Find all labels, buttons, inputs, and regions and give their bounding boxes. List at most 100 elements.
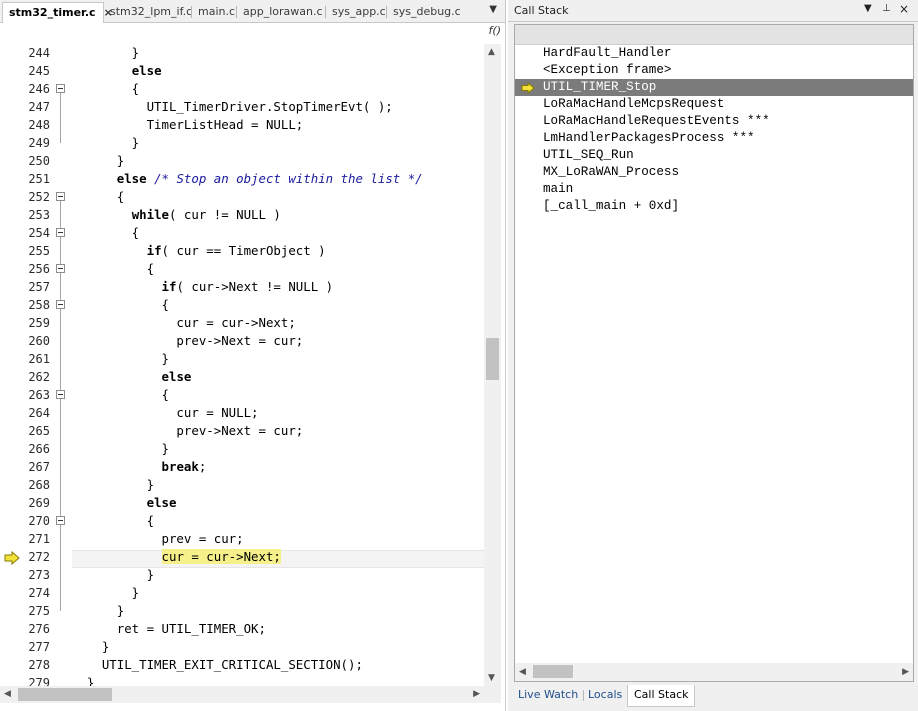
tab-stm32-timer[interactable]: stm32_timer.c × (2, 2, 113, 23)
stack-frame[interactable]: LoRaMacHandleMcpsRequest (515, 96, 913, 113)
stack-frame[interactable]: UTIL_SEQ_Run (515, 147, 913, 164)
pin-icon[interactable]: ⊥ (882, 3, 891, 14)
line-number: 265 (28, 424, 50, 438)
current-stack-frame[interactable]: UTIL_TIMER_Stop (515, 79, 913, 96)
line-number-gutter: 244 245 246 247 248 249 250 251 252 253 254 255 256 2… (0, 44, 72, 690)
tab-sys-debug[interactable]: sys_debug.c (387, 2, 463, 22)
scroll-left-icon[interactable]: ◀ (519, 667, 526, 677)
code-line: while( cur != NULL ) (72, 206, 281, 224)
code-text: } (72, 567, 155, 582)
stack-frame[interactable]: LoRaMacHandleRequestEvents *** (515, 113, 913, 130)
code-line: { (72, 224, 139, 242)
call-stack-pane: Call Stack ▼ ⊥ × HardFault_Handler <Excep… (508, 0, 918, 711)
close-icon[interactable]: × (899, 2, 909, 16)
line-number: 266 (28, 442, 50, 456)
code-text: { (72, 513, 155, 528)
fold-toggle-icon[interactable] (56, 300, 65, 309)
code-area[interactable]: } else { UTIL_TimerDriver.StopTimerEvt( … (72, 44, 484, 686)
fold-toggle-icon[interactable] (56, 228, 65, 237)
code-text: { (72, 387, 169, 402)
code-text: ( cur->Next != NULL ) (176, 279, 334, 294)
horizontal-scrollbar[interactable]: ◀ ▶ (0, 686, 484, 703)
scroll-right-icon[interactable]: ▶ (473, 689, 480, 699)
code-line: if( cur == TimerObject ) (72, 242, 326, 260)
fold-guide (60, 309, 61, 359)
fold-guide (60, 399, 61, 449)
horizontal-scrollbar[interactable]: ◀ ▶ (515, 663, 913, 681)
code-text: { (72, 225, 140, 240)
chevron-down-icon[interactable]: ▼ (864, 3, 872, 14)
code-text: prev = cur; (72, 531, 244, 546)
line-number: 245 (28, 64, 50, 78)
stack-frame[interactable]: HardFault_Handler (515, 45, 913, 62)
tab-live-watch[interactable]: Live Watch (512, 685, 585, 707)
code-text: ( cur != NULL ) (169, 207, 281, 222)
code-text: TimerListHead = NULL; (72, 117, 304, 132)
code-text: { (72, 189, 125, 204)
code-text: prev->Next = cur; (72, 423, 304, 438)
frame-label: MX_LoRaWAN_Process (543, 165, 680, 179)
stack-frame[interactable]: LmHandlerPackagesProcess *** (515, 130, 913, 147)
call-stack-list[interactable]: HardFault_Handler <Exception frame> UTIL_T… (514, 24, 914, 682)
frame-label: main (543, 182, 574, 196)
list-header (515, 25, 913, 45)
frame-label: LmHandlerPackagesProcess *** (543, 131, 755, 145)
line-number: 256 (28, 262, 50, 276)
code-line: UTIL_TimerDriver.StopTimerEvt( ); (72, 98, 393, 116)
scroll-right-icon[interactable]: ▶ (902, 667, 909, 677)
line-number: 258 (28, 298, 50, 312)
fold-toggle-icon[interactable] (56, 264, 65, 273)
code-line: UTIL_TIMER_EXIT_CRITICAL_SECTION(); (72, 656, 363, 674)
frame-label: [_call_main + 0xd] (543, 199, 680, 213)
tab-main[interactable]: main.c (192, 2, 237, 22)
code-line: } (72, 476, 154, 494)
scroll-down-icon[interactable]: ▼ (488, 673, 495, 683)
editor-tab-bar: stm32_timer.c × stm32_lpm_if.c main.c app… (0, 0, 505, 23)
bottom-tab-bar: Live Watch Locals Call Stack (508, 684, 918, 711)
stack-frame[interactable]: [_call_main + 0xd] (515, 198, 913, 215)
code-text: prev->Next = cur; (72, 333, 304, 348)
stack-frame[interactable]: main (515, 181, 913, 198)
keyword: else (161, 369, 192, 384)
line-number: 276 (28, 622, 50, 636)
code-text: cur = cur->Next; (72, 315, 296, 330)
code-line: ret = UTIL_TIMER_OK; (72, 620, 266, 638)
tab-call-stack[interactable]: Call Stack (627, 685, 696, 707)
scroll-up-icon[interactable]: ▲ (488, 47, 495, 57)
code-text: ( cur == TimerObject ) (161, 243, 326, 258)
stack-frame[interactable]: <Exception frame> (515, 62, 913, 79)
horizontal-scroll-thumb[interactable] (533, 665, 573, 678)
function-list-button[interactable]: f() (489, 24, 501, 37)
vertical-scroll-thumb[interactable] (486, 338, 499, 380)
fold-toggle-icon[interactable] (56, 84, 65, 93)
line-number: 253 (28, 208, 50, 222)
vertical-scrollbar[interactable]: ▲ ▼ (484, 44, 501, 686)
line-number: 257 (28, 280, 50, 294)
fold-toggle-icon[interactable] (56, 390, 65, 399)
code-text: } (72, 153, 125, 168)
tab-app-lorawan[interactable]: app_lorawan.c (237, 2, 326, 22)
fold-toggle-icon[interactable] (56, 516, 65, 525)
code-line: cur = NULL; (72, 404, 258, 422)
tab-list-dropdown-icon[interactable]: ▼ (489, 4, 497, 15)
scroll-left-icon[interactable]: ◀ (4, 689, 11, 699)
tab-stm32-lpm-if[interactable]: stm32_lpm_if.c (104, 2, 192, 22)
stack-frame[interactable]: MX_LoRaWAN_Process (515, 164, 913, 181)
line-number: 255 (28, 244, 50, 258)
line-number: 273 (28, 568, 50, 582)
fold-toggle-icon[interactable] (56, 192, 65, 201)
keyword: else (131, 63, 162, 78)
line-number: 252 (28, 190, 50, 204)
code-text: } (72, 45, 140, 60)
tab-sys-app[interactable]: sys_app.c (326, 2, 387, 22)
code-text: } (72, 477, 155, 492)
horizontal-scroll-thumb[interactable] (18, 688, 112, 701)
code-line: } (72, 602, 124, 620)
code-text: } (72, 585, 140, 600)
code-line: } (72, 152, 124, 170)
arrow-right-icon (4, 551, 20, 565)
code-line: { (72, 296, 169, 314)
tab-locals[interactable]: Locals (582, 685, 629, 707)
